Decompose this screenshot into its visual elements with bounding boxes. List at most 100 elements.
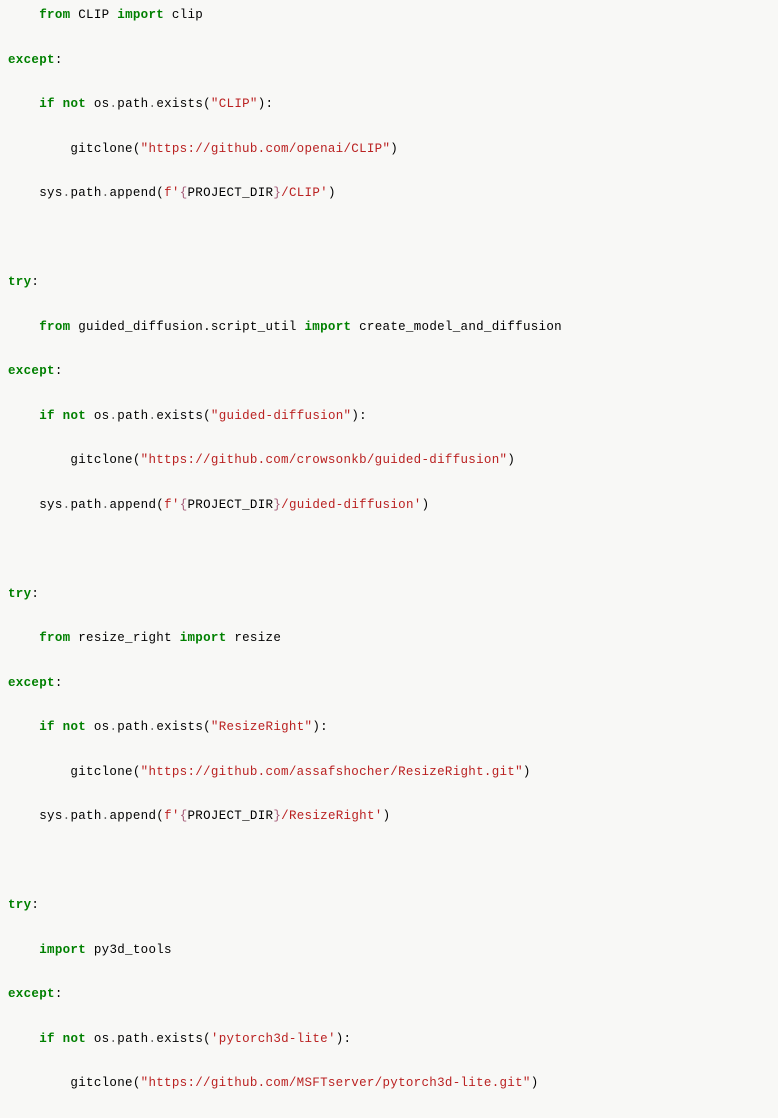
- keyword-except: except: [8, 987, 55, 1001]
- module-name: CLIP: [78, 8, 109, 22]
- code-line: gitclone("https://github.com/assafshoche…: [8, 761, 770, 783]
- keyword-except: except: [8, 364, 55, 378]
- close: ): [531, 1076, 539, 1090]
- fstring-brace: }: [273, 186, 281, 200]
- code-line: import py3d_tools: [8, 939, 770, 961]
- call: append(: [109, 809, 164, 823]
- ident: sys: [39, 809, 62, 823]
- close: ):: [258, 97, 274, 111]
- dot: .: [149, 720, 157, 734]
- import-name: create_model_and_diffusion: [359, 320, 562, 334]
- code-line: except:: [8, 360, 770, 382]
- colon: :: [55, 364, 63, 378]
- colon: :: [31, 275, 39, 289]
- code-line: if not os.path.exists("ResizeRight"):: [8, 716, 770, 738]
- code-line: except:: [8, 983, 770, 1005]
- string-literal: /ResizeRight': [281, 809, 382, 823]
- fstring-brace: }: [273, 498, 281, 512]
- ident: os: [94, 1032, 110, 1046]
- fstring-brace: {: [180, 186, 188, 200]
- string-literal: "https://github.com/openai/CLIP": [141, 142, 391, 156]
- code-line: sys.path.append(f'{PROJECT_DIR}/CLIP'): [8, 182, 770, 204]
- fstring-var: PROJECT_DIR: [188, 809, 274, 823]
- module-name: resize_right: [78, 631, 172, 645]
- keyword-import: import: [117, 8, 164, 22]
- fstring-prefix: f': [164, 498, 180, 512]
- dot: .: [102, 809, 110, 823]
- call: append(: [109, 498, 164, 512]
- dot: .: [109, 720, 117, 734]
- colon: :: [55, 676, 63, 690]
- close: ): [328, 186, 336, 200]
- keyword-import: import: [180, 631, 227, 645]
- close: ): [507, 453, 515, 467]
- code-line: from resize_right import resize: [8, 627, 770, 649]
- string-literal: "CLIP": [211, 97, 258, 111]
- ident: path: [117, 720, 148, 734]
- code-line: from guided_diffusion.script_util import…: [8, 316, 770, 338]
- ident: path: [117, 97, 148, 111]
- blank-line: [8, 538, 770, 560]
- keyword-not: not: [63, 97, 86, 111]
- code-line: sys.path.append(f'{PROJECT_DIR}/ResizeRi…: [8, 805, 770, 827]
- dot: .: [63, 809, 71, 823]
- ident: path: [70, 186, 101, 200]
- dot: .: [149, 1032, 157, 1046]
- import-name: py3d_tools: [94, 943, 172, 957]
- code-line: try:: [8, 271, 770, 293]
- string-literal: /guided-diffusion': [281, 498, 421, 512]
- keyword-except: except: [8, 676, 55, 690]
- ident: path: [70, 809, 101, 823]
- string-literal: "ResizeRight": [211, 720, 312, 734]
- import-name: resize: [234, 631, 281, 645]
- code-line: if not os.path.exists('pytorch3d-lite'):: [8, 1028, 770, 1050]
- code-line: sys.path.append(f'{PROJECT_DIR}/pytorch3…: [8, 1117, 770, 1118]
- close: ): [383, 809, 391, 823]
- keyword-from: from: [39, 320, 70, 334]
- close: ): [523, 765, 531, 779]
- keyword-try: try: [8, 587, 31, 601]
- close: ):: [336, 1032, 352, 1046]
- fstring-brace: }: [273, 809, 281, 823]
- close: ):: [351, 409, 367, 423]
- call: gitclone(: [70, 765, 140, 779]
- keyword-try: try: [8, 898, 31, 912]
- string-literal: "https://github.com/crowsonkb/guided-dif…: [141, 453, 508, 467]
- fstring-var: PROJECT_DIR: [188, 186, 274, 200]
- fstring-var: PROJECT_DIR: [188, 498, 274, 512]
- blank-line: [8, 850, 770, 872]
- code-line: gitclone("https://github.com/crowsonkb/g…: [8, 449, 770, 471]
- blank-line: [8, 227, 770, 249]
- keyword-if: if: [39, 97, 55, 111]
- call: exists(: [156, 97, 211, 111]
- code-line: if not os.path.exists("guided-diffusion"…: [8, 405, 770, 427]
- keyword-except: except: [8, 53, 55, 67]
- code-line: try:: [8, 894, 770, 916]
- keyword-from: from: [39, 8, 70, 22]
- code-line: except:: [8, 49, 770, 71]
- keyword-if: if: [39, 1032, 55, 1046]
- ident: path: [117, 1032, 148, 1046]
- call: append(: [109, 186, 164, 200]
- keyword-import: import: [305, 320, 352, 334]
- ident: os: [94, 720, 110, 734]
- colon: :: [55, 987, 63, 1001]
- ident: sys: [39, 186, 62, 200]
- import-name: clip: [172, 8, 203, 22]
- code-block: from CLIP import clip except: if not os.…: [8, 4, 770, 1118]
- keyword-import: import: [39, 943, 86, 957]
- fstring-brace: {: [180, 809, 188, 823]
- code-line: except:: [8, 672, 770, 694]
- fstring-brace: {: [180, 498, 188, 512]
- code-line: try:: [8, 583, 770, 605]
- keyword-if: if: [39, 720, 55, 734]
- call: gitclone(: [70, 1076, 140, 1090]
- string-literal: "https://github.com/assafshocher/ResizeR…: [141, 765, 523, 779]
- code-line: if not os.path.exists("CLIP"):: [8, 93, 770, 115]
- colon: :: [55, 53, 63, 67]
- ident: path: [117, 409, 148, 423]
- string-literal: /CLIP': [281, 186, 328, 200]
- code-line: from CLIP import clip: [8, 4, 770, 26]
- code-line: gitclone("https://github.com/MSFTserver/…: [8, 1072, 770, 1094]
- call: exists(: [156, 1032, 211, 1046]
